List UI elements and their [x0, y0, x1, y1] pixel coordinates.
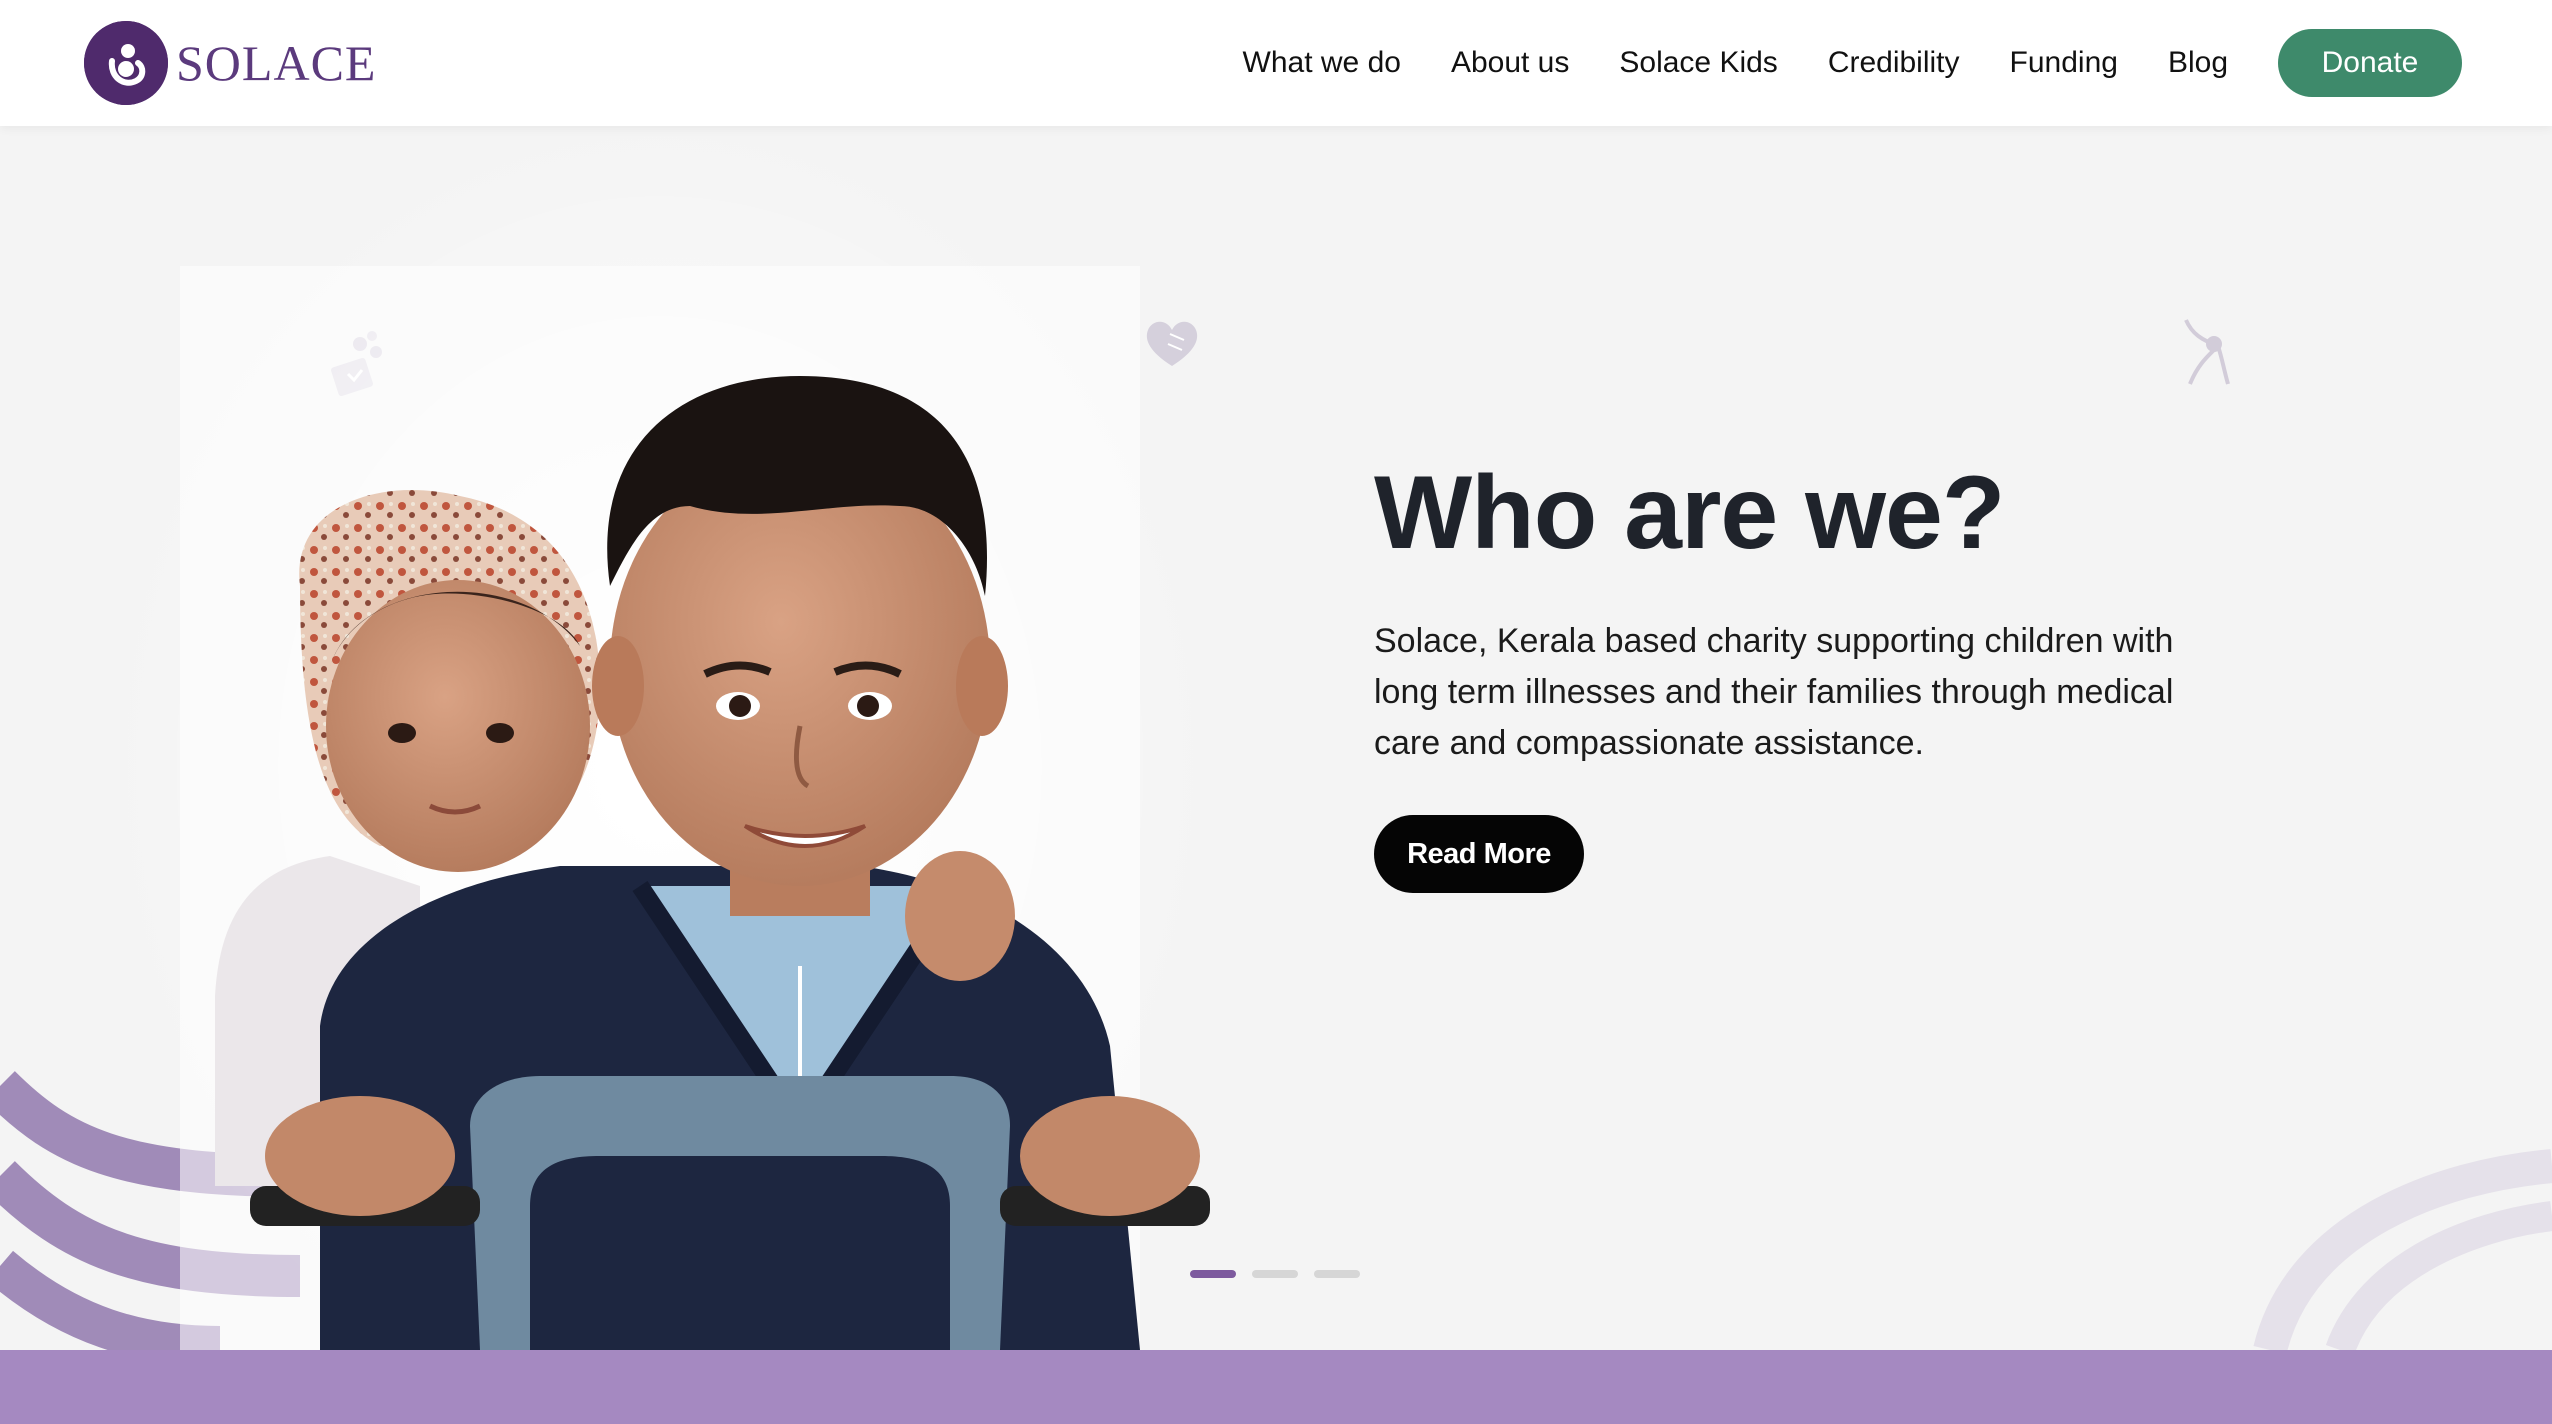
solace-logo[interactable]: SOLACE	[84, 20, 376, 106]
slider-pagination	[1190, 1270, 1376, 1278]
slider-dot-3[interactable]	[1314, 1270, 1360, 1278]
right-wave-decoration	[2253, 1149, 2552, 1350]
slider-dot-1[interactable]	[1190, 1270, 1236, 1278]
nav-item-what-we-do[interactable]: What we do	[1243, 46, 1401, 80]
purple-section-band	[0, 1350, 2552, 1424]
hero-description: Solace, Kerala based charity supporting …	[1374, 622, 2174, 763]
main-nav: What we do About us Solace Kids Credibil…	[1243, 0, 2552, 126]
nav-item-funding[interactable]: Funding	[2010, 46, 2118, 80]
hero-section: Who are we? Solace, Kerala based charity…	[0, 126, 2552, 1350]
children-photo	[100, 126, 1220, 1350]
nav-item-solace-kids[interactable]: Solace Kids	[1619, 46, 1777, 80]
hero-content: Who are we? Solace, Kerala based charity…	[1374, 455, 2234, 894]
logo-mark-icon	[84, 21, 168, 105]
brand-name: SOLACE	[176, 35, 377, 91]
nav-item-blog[interactable]: Blog	[2168, 46, 2228, 80]
nav-item-about-us[interactable]: About us	[1451, 46, 1569, 80]
ribbon-icon	[2184, 319, 2230, 385]
slider-dot-2[interactable]	[1252, 1270, 1298, 1278]
donate-button[interactable]: Donate	[2278, 29, 2462, 97]
hero-title: Who are we?	[1374, 455, 2005, 571]
site-header: SOLACE What we do About us Solace Kids C…	[0, 0, 2552, 126]
nav-item-credibility[interactable]: Credibility	[1828, 46, 1960, 80]
read-more-button[interactable]: Read More	[1374, 815, 1584, 894]
